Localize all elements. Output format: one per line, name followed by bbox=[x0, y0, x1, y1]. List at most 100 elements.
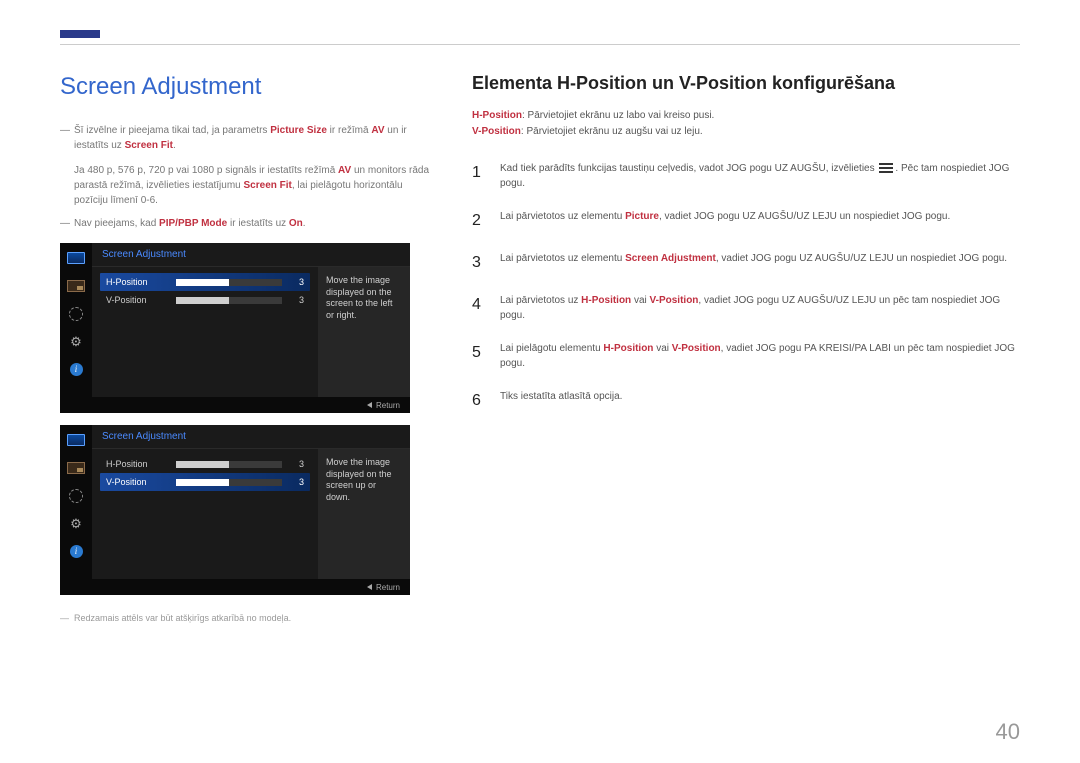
osd-list: H-Position 3 V-Position 3 bbox=[92, 449, 318, 579]
osd-body: H-Position 3 V-Position 3 Move the image… bbox=[92, 267, 410, 397]
page: Screen Adjustment ― Šī izvēlne ir pieeja… bbox=[0, 0, 1080, 623]
hl-screen-fit2: Screen Fit bbox=[244, 180, 292, 191]
hl-vpos: V-Position bbox=[650, 295, 699, 306]
osd-body: H-Position 3 V-Position 3 Move the image… bbox=[92, 449, 410, 579]
hl-picture-size: Picture Size bbox=[270, 125, 327, 136]
return-label: Return bbox=[376, 401, 400, 410]
slider-track bbox=[176, 279, 282, 286]
step-text: Tiks iestatīta atlasītā opcija. bbox=[500, 389, 622, 413]
dash-icon: ― bbox=[60, 613, 69, 623]
back-icon bbox=[367, 584, 372, 590]
hl-hposition: H-Position bbox=[472, 110, 522, 121]
osd-hint: Move the image displayed on the screen u… bbox=[318, 449, 410, 579]
desc-hposition: H-Position: Pārvietojiet ekrānu uz labo … bbox=[472, 108, 1020, 124]
dash-icon: ― bbox=[60, 216, 70, 231]
step-4: 4 Lai pārvietotos uz H-Position vai V-Po… bbox=[472, 284, 1020, 332]
hl-vposition: V-Position bbox=[472, 126, 521, 137]
hl-on: On bbox=[289, 218, 303, 229]
osd-sidebar: ⚙ i bbox=[60, 243, 92, 413]
osd-row-hposition: H-Position 3 bbox=[100, 455, 310, 473]
osd-row-vposition: V-Position 3 bbox=[100, 473, 310, 491]
menu-icon bbox=[879, 163, 893, 173]
slider-fill bbox=[176, 297, 229, 304]
osd-footer: Return bbox=[92, 397, 410, 413]
step-number: 6 bbox=[472, 389, 486, 413]
osd-screenshot-1: ⚙ i Screen Adjustment H-Position 3 bbox=[60, 243, 410, 413]
gear-icon: ⚙ bbox=[69, 335, 83, 349]
note1-text-b: ir režīmā bbox=[327, 125, 371, 136]
hl-pipmode: PIP/PBP Mode bbox=[159, 218, 227, 229]
monitor-icon bbox=[67, 251, 85, 265]
step-number: 1 bbox=[472, 161, 486, 191]
pip-icon bbox=[67, 279, 85, 293]
slider-fill bbox=[176, 461, 229, 468]
desc1-text: : Pārvietojiet ekrānu uz labo vai kreiso… bbox=[522, 110, 714, 121]
osd-row-value: 3 bbox=[290, 477, 304, 487]
step-2: 2 Lai pārvietotos uz elementu Picture, v… bbox=[472, 200, 1020, 242]
step-3: 3 Lai pārvietotos uz elementu Screen Adj… bbox=[472, 242, 1020, 284]
step-number: 5 bbox=[472, 341, 486, 371]
osd-row-label: H-Position bbox=[106, 277, 168, 287]
dash-icon: ― bbox=[60, 123, 70, 138]
step-number: 3 bbox=[472, 251, 486, 275]
slider-track bbox=[176, 479, 282, 486]
slider-track bbox=[176, 461, 282, 468]
hl-hpos2: H-Position bbox=[603, 343, 653, 354]
step-text: Kad tiek parādīts funkcijas taustiņu ceļ… bbox=[500, 161, 1020, 191]
footnote: ― Redzamais attēls var būt atšķirīgs atk… bbox=[60, 613, 430, 623]
osd-row-label: V-Position bbox=[106, 295, 168, 305]
step-6: 6 Tiks iestatīta atlasītā opcija. bbox=[472, 380, 1020, 422]
target-icon bbox=[67, 307, 85, 321]
step-1: 1 Kad tiek parādīts funkcijas taustiņu c… bbox=[472, 152, 1020, 200]
note1b-a: Ja 480 p, 576 p, 720 p vai 1080 p signāl… bbox=[74, 165, 338, 176]
desc-vposition: V-Position: Pārvietojiet ekrānu uz augšu… bbox=[472, 124, 1020, 140]
desc2-text: : Pārvietojiet ekrānu uz augšu vai uz le… bbox=[521, 126, 703, 137]
osd-footer: Return bbox=[92, 579, 410, 595]
osd-row-value: 3 bbox=[290, 459, 304, 469]
note1-text-a: Šī izvēlne ir pieejama tikai tad, ja par… bbox=[74, 125, 270, 136]
slider-fill bbox=[176, 479, 229, 486]
page-number: 40 bbox=[996, 719, 1020, 745]
osd-row-vposition: V-Position 3 bbox=[100, 291, 310, 309]
osd-hint: Move the image displayed on the screen t… bbox=[318, 267, 410, 397]
note2-b: ir iestatīts uz bbox=[227, 218, 289, 229]
step-number: 4 bbox=[472, 293, 486, 323]
monitor-icon bbox=[67, 433, 85, 447]
step-text: Lai pielāgotu elementu H-Position vai V-… bbox=[500, 341, 1020, 371]
osd-row-label: V-Position bbox=[106, 477, 168, 487]
hl-screen-adj: Screen Adjustment bbox=[625, 253, 716, 264]
step-5: 5 Lai pielāgotu elementu H-Position vai … bbox=[472, 332, 1020, 380]
hl-av: AV bbox=[371, 125, 384, 136]
hl-screen-fit: Screen Fit bbox=[125, 140, 173, 151]
osd-list: H-Position 3 V-Position 3 bbox=[92, 267, 318, 397]
step-number: 2 bbox=[472, 209, 486, 233]
column-left: Screen Adjustment ― Šī izvēlne ir pieeja… bbox=[60, 73, 430, 623]
step-text: Lai pārvietotos uz H-Position vai V-Posi… bbox=[500, 293, 1020, 323]
osd-row-label: H-Position bbox=[106, 459, 168, 469]
osd-header: Screen Adjustment bbox=[92, 243, 410, 267]
note-2: ― Nav pieejams, kad PIP/PBP Mode ir iest… bbox=[60, 216, 430, 231]
columns: Screen Adjustment ― Šī izvēlne ir pieeja… bbox=[60, 73, 1020, 623]
return-label: Return bbox=[376, 583, 400, 592]
hl-av2: AV bbox=[338, 165, 351, 176]
note-1b: Ja 480 p, 576 p, 720 p vai 1080 p signāl… bbox=[74, 163, 430, 208]
step-text: Lai pārvietotos uz elementu Picture, vad… bbox=[500, 209, 950, 233]
target-icon bbox=[67, 489, 85, 503]
note2-a: Nav pieejams, kad bbox=[74, 218, 159, 229]
back-icon bbox=[367, 402, 372, 408]
note-1: ― Šī izvēlne ir pieejama tikai tad, ja p… bbox=[60, 123, 430, 153]
osd-row-hposition: H-Position 3 bbox=[100, 273, 310, 291]
slider-fill bbox=[176, 279, 229, 286]
top-rule bbox=[60, 44, 1020, 45]
info-icon: i bbox=[70, 545, 83, 558]
osd-screenshot-2: ⚙ i Screen Adjustment H-Position 3 bbox=[60, 425, 410, 595]
osd-row-value: 3 bbox=[290, 295, 304, 305]
osd-main: Screen Adjustment H-Position 3 V-Positio… bbox=[92, 243, 410, 413]
subsection-heading: Elementa H-Position un V-Position konfig… bbox=[472, 73, 1020, 94]
gear-icon: ⚙ bbox=[69, 517, 83, 531]
osd-row-value: 3 bbox=[290, 277, 304, 287]
section-title: Screen Adjustment bbox=[60, 73, 430, 101]
hl-vpos2: V-Position bbox=[672, 343, 721, 354]
top-accent bbox=[60, 30, 100, 38]
slider-track bbox=[176, 297, 282, 304]
